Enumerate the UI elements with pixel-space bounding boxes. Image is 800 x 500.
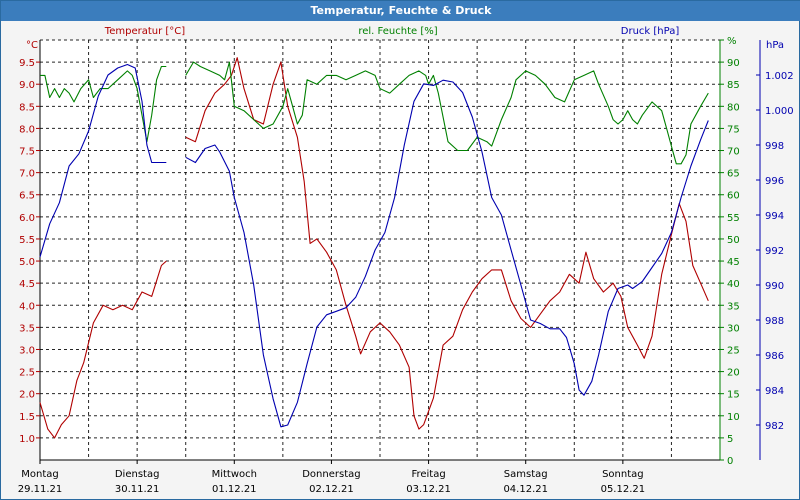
hum-tick-label: 90 xyxy=(727,58,740,69)
hum-tick-label: 25 xyxy=(727,345,740,356)
temp-tick-label: 5.5 xyxy=(19,235,35,246)
press-tick-label: 994 xyxy=(765,211,784,222)
hum-tick-label: 0 xyxy=(727,456,733,467)
press-tick-label: 988 xyxy=(765,316,784,327)
hum-tick-label: 10 xyxy=(727,412,740,423)
temp-tick-label: 6.5 xyxy=(19,191,35,202)
hum-tick-label: 85 xyxy=(727,80,740,91)
temp-tick-label: 2.5 xyxy=(19,368,35,379)
hum-tick-label: 30 xyxy=(727,323,740,334)
temp-tick-label: 2.0 xyxy=(19,390,35,401)
hum-tick-label: 80 xyxy=(727,102,740,113)
hum-tick-label: 35 xyxy=(727,301,740,312)
temp-unit-label: °C xyxy=(26,40,38,51)
hum-tick-label: 40 xyxy=(727,279,740,290)
press-tick-label: 996 xyxy=(765,176,784,187)
chart-svg: Temperatur [°C] rel. Feuchte [%] Druck [hP… xyxy=(18,26,794,495)
temp-tick-label: 9.5 xyxy=(19,58,35,69)
hum-tick-label: 45 xyxy=(727,257,740,268)
press-tick-label: 984 xyxy=(765,386,784,397)
x-tick-day: Donnerstag xyxy=(302,469,360,480)
press-tick-label: 998 xyxy=(765,141,784,152)
x-tick-day: Sonntag xyxy=(602,469,644,480)
x-tick-date: 29.11.21 xyxy=(18,484,63,495)
temp-tick-label: 3.0 xyxy=(19,345,35,356)
temp-tick-label: 8.5 xyxy=(19,102,35,113)
series-label: Temperatur [°C] xyxy=(104,26,185,37)
x-tick-date: 30.11.21 xyxy=(115,484,160,495)
hum-tick-label: 75 xyxy=(727,124,740,135)
press-tick-label: 986 xyxy=(765,351,784,362)
press-tick-label: 982 xyxy=(765,421,784,432)
press-unit-label: hPa xyxy=(766,40,784,51)
temp-tick-label: 5.0 xyxy=(19,257,35,268)
hum-tick-label: 55 xyxy=(727,213,740,224)
x-tick-date: 03.12.21 xyxy=(406,484,451,495)
hum-tick-label: 50 xyxy=(727,235,740,246)
temp-tick-label: 6.0 xyxy=(19,213,35,224)
hum-tick-label: 5 xyxy=(727,434,733,445)
temp-tick-label: 7.0 xyxy=(19,169,35,180)
x-tick-day: Mittwoch xyxy=(212,469,257,480)
x-tick-day: Dienstag xyxy=(115,469,160,480)
series-label: rel. Feuchte [%] xyxy=(358,26,437,37)
x-tick-day: Samstag xyxy=(504,469,548,480)
temp-tick-label: 1.0 xyxy=(19,434,35,445)
temp-tick-label: 1.5 xyxy=(19,412,35,423)
temp-tick-label: 4.0 xyxy=(19,301,35,312)
hum-tick-label: 15 xyxy=(727,390,740,401)
x-tick-date: 02.12.21 xyxy=(309,484,354,495)
x-tick-day: Freitag xyxy=(411,469,445,480)
x-tick-date: 04.12.21 xyxy=(503,484,548,495)
temp-tick-label: 8.0 xyxy=(19,124,35,135)
temp-tick-label: 3.5 xyxy=(19,323,35,334)
temp-tick-label: 9.0 xyxy=(19,80,35,91)
hum-tick-label: 70 xyxy=(727,147,740,158)
hum-tick-label: 65 xyxy=(727,169,740,180)
x-tick-date: 05.12.21 xyxy=(601,484,646,495)
x-tick-day: Montag xyxy=(21,469,58,480)
series-label: Druck [hPa] xyxy=(621,26,680,37)
temp-tick-label: 4.5 xyxy=(19,279,35,290)
hum-tick-label: 20 xyxy=(727,368,740,379)
press-tick-label: 990 xyxy=(765,281,784,292)
hum-tick-label: 60 xyxy=(727,191,740,202)
press-tick-label: 992 xyxy=(765,246,784,257)
temp-tick-label: 7.5 xyxy=(19,147,35,158)
press-tick-label: 1.002 xyxy=(765,71,794,82)
hum-unit-label: % xyxy=(727,36,737,47)
press-tick-label: 1.000 xyxy=(765,106,794,117)
x-tick-date: 01.12.21 xyxy=(212,484,257,495)
